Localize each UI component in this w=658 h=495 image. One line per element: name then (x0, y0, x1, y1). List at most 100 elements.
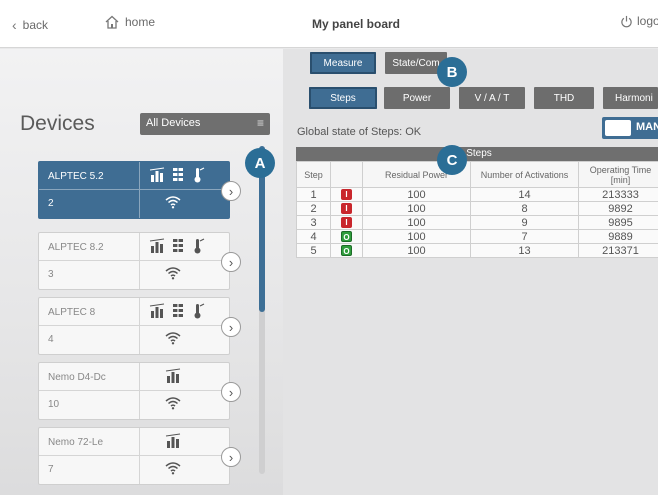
chevron-left-icon: ‹ (12, 17, 17, 33)
column-header (330, 161, 363, 188)
column-header: Operating Time [min] (578, 161, 658, 188)
capacitor-icon (173, 303, 183, 319)
logout-button[interactable]: logo (620, 14, 658, 28)
back-button[interactable]: ‹ back (12, 17, 48, 33)
device-number: 2 (48, 198, 54, 209)
devices-title: Devices (20, 112, 95, 135)
device-name: ALPTEC 5.2 (48, 171, 104, 182)
chart-icon (165, 368, 181, 383)
wifi-icon (165, 397, 181, 410)
operating-time-cell: 9889 (578, 229, 658, 244)
back-label: back (22, 18, 49, 32)
steps-table: Steps Step Residual Power Number of Acti… (296, 147, 658, 258)
table-row: 1 I 100 14 213333 (296, 187, 658, 202)
measure-panel (283, 49, 658, 495)
step-cell: 2 (296, 201, 331, 216)
device-number: 7 (48, 464, 54, 475)
capacitor-icon (173, 167, 183, 183)
activations-cell: 9 (470, 215, 579, 230)
device-card[interactable]: Nemo 72-Le 7 › (38, 427, 241, 485)
step-state-badge: O (341, 231, 352, 243)
chart-icon (149, 167, 165, 182)
callout-badge-c: C (437, 145, 467, 175)
manual-toggle[interactable]: MAN (602, 117, 658, 139)
page-title: My panel board (312, 17, 401, 31)
residual-power-cell: 100 (362, 187, 471, 202)
chevron-right-icon[interactable]: › (221, 252, 241, 272)
tab-vat[interactable]: V / A / T (459, 87, 525, 109)
activations-cell: 14 (470, 187, 579, 202)
operating-time-cell: 213371 (578, 243, 658, 258)
activations-cell: 8 (470, 201, 579, 216)
device-card[interactable]: ALPTEC 8.2 3 › (38, 232, 241, 290)
activations-cell: 7 (470, 229, 579, 244)
tab-thd[interactable]: THD (534, 87, 594, 109)
device-number: 3 (48, 269, 54, 280)
device-name: Nemo 72-Le (48, 437, 104, 448)
chevron-right-icon[interactable]: › (221, 181, 241, 201)
toggle-label: MAN (636, 121, 658, 133)
home-label: home (125, 15, 156, 29)
wifi-icon (165, 196, 181, 209)
step-cell: 5 (296, 243, 331, 258)
global-state-text: Global state of Steps: OK (297, 126, 422, 138)
step-state-badge: I (341, 189, 352, 201)
home-button[interactable]: home (104, 14, 155, 30)
table-row: 3 I 100 9 9895 (296, 215, 658, 230)
activations-cell: 13 (470, 243, 579, 258)
step-state-badge: I (341, 217, 352, 229)
residual-power-cell: 100 (362, 243, 471, 258)
toggle-knob (605, 120, 631, 136)
device-card[interactable]: Nemo D4-Dc 10 › (38, 362, 241, 420)
device-card[interactable]: ALPTEC 5.2 2 › (38, 161, 241, 219)
wifi-icon (165, 462, 181, 475)
thermometer-icon (194, 238, 205, 254)
tab-measure[interactable]: Measure (310, 52, 376, 74)
device-name: ALPTEC 8.2 (48, 242, 104, 253)
chevron-right-icon[interactable]: › (221, 382, 241, 402)
column-header: Step (296, 161, 331, 188)
chart-icon (165, 433, 181, 448)
chevron-right-icon[interactable]: › (221, 317, 241, 337)
tab-steps[interactable]: Steps (309, 87, 377, 109)
device-number: 10 (48, 399, 60, 410)
chart-icon (149, 303, 165, 318)
device-name: Nemo D4-Dc (48, 372, 106, 383)
table-title: Steps (296, 147, 658, 161)
residual-power-cell: 100 (362, 215, 471, 230)
device-number: 4 (48, 334, 54, 345)
callout-badge-a: A (245, 148, 275, 178)
callout-badge-b: B (437, 57, 467, 87)
table-row: 5 O 100 13 213371 (296, 243, 658, 258)
tab-harmonics[interactable]: Harmoni (603, 87, 658, 109)
tab-power[interactable]: Power (384, 87, 450, 109)
step-cell: 4 (296, 229, 331, 244)
step-state-badge: O (341, 245, 352, 257)
power-icon (621, 15, 632, 27)
chevron-right-icon[interactable]: › (221, 447, 241, 467)
device-name: ALPTEC 8 (48, 307, 96, 318)
step-state-badge: I (341, 203, 352, 215)
step-cell: 1 (296, 187, 331, 202)
operating-time-cell: 213333 (578, 187, 658, 202)
step-cell: 3 (296, 215, 331, 230)
wifi-icon (165, 267, 181, 280)
table-row: 4 O 100 7 9889 (296, 229, 658, 244)
column-header: Number of Activations (470, 161, 579, 188)
device-filter-select[interactable]: All Devices ≡ (140, 113, 270, 135)
device-card[interactable]: ALPTEC 8 4 › (38, 297, 241, 355)
home-icon (105, 15, 119, 29)
operating-time-cell: 9892 (578, 201, 658, 216)
thermometer-icon (194, 303, 205, 319)
residual-power-cell: 100 (362, 229, 471, 244)
capacitor-icon (173, 238, 183, 254)
wifi-icon (165, 332, 181, 345)
operating-time-cell: 9895 (578, 215, 658, 230)
device-filter-value: All Devices (146, 117, 201, 129)
table-row: 2 I 100 8 9892 (296, 201, 658, 216)
top-bar: ‹ back home My panel board logo (0, 0, 658, 48)
residual-power-cell: 100 (362, 201, 471, 216)
logout-label: logo (637, 14, 658, 28)
chart-icon (149, 238, 165, 253)
thermometer-icon (194, 167, 205, 183)
